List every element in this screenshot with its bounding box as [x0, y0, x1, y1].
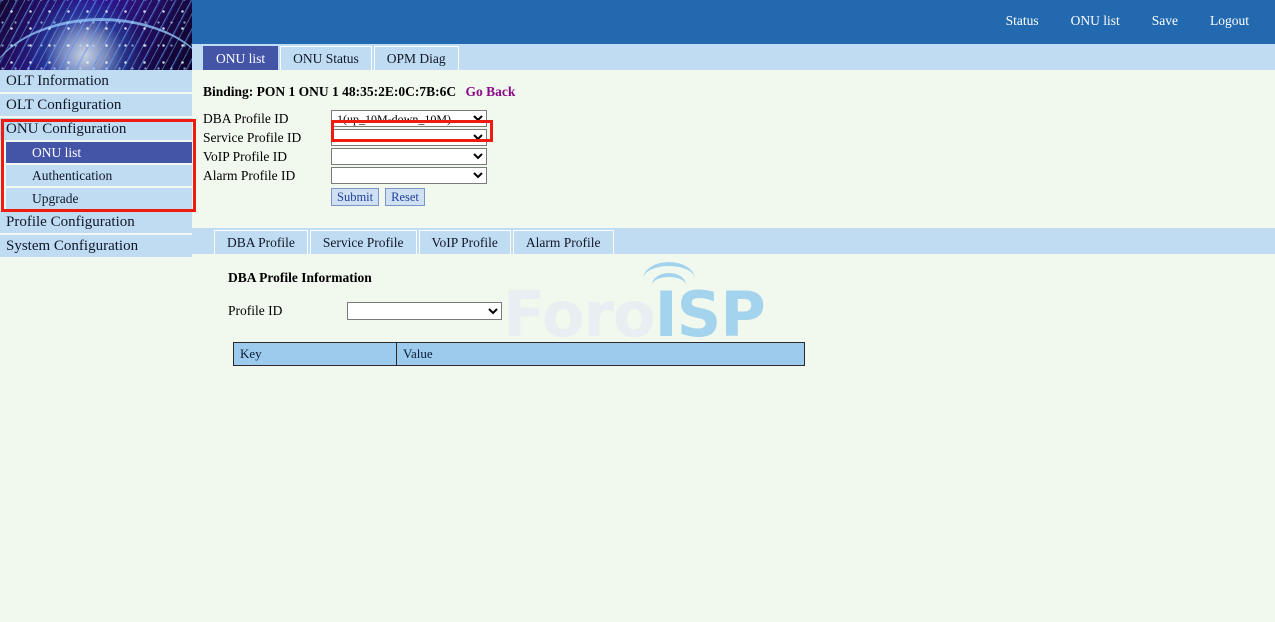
select-dba-profile-id[interactable]: 1(up_10M-down_10M)	[331, 110, 487, 127]
top-bar: Status ONU list Save Logout	[192, 0, 1275, 44]
sidebar-item-system-configuration[interactable]: System Configuration	[0, 235, 192, 257]
sidebar-item-onu-list[interactable]: ONU list	[6, 142, 192, 163]
sidebar-menu: OLT Information OLT Configuration ONU Co…	[0, 70, 192, 259]
label-alarm-profile-id: Alarm Profile ID	[203, 168, 331, 184]
sidebar-item-profile-configuration[interactable]: Profile Configuration	[0, 211, 192, 233]
select-voip-profile-id[interactable]	[331, 148, 487, 165]
tab-alarm-profile[interactable]: Alarm Profile	[513, 230, 614, 254]
select-profile-id[interactable]	[347, 302, 502, 320]
profile-tab-strip: DBA Profile Service Profile VoIP Profile…	[192, 228, 1275, 254]
topnav-logout[interactable]: Logout	[1194, 11, 1265, 31]
form-button-row: Submit Reset	[331, 188, 1275, 206]
select-service-profile-id[interactable]	[331, 129, 487, 146]
label-voip-profile-id: VoIP Profile ID	[203, 149, 331, 165]
label-service-profile-id: Service Profile ID	[203, 130, 331, 146]
page-root: Status ONU list Save Logout OLT Informat…	[0, 0, 1275, 622]
binding-info: Binding: PON 1 ONU 1 48:35:2E:0C:7B:6C G…	[192, 70, 1275, 100]
primary-tab-strip: ONU list ONU Status OPM Diag	[192, 44, 1275, 70]
column-header-key: Key	[234, 343, 397, 366]
reset-button[interactable]: Reset	[385, 188, 425, 206]
sidebar-item-olt-configuration[interactable]: OLT Configuration	[0, 94, 192, 116]
submit-button[interactable]: Submit	[331, 188, 379, 206]
main-content: ONU list ONU Status OPM Diag Binding: PO…	[192, 44, 1275, 622]
key-value-table: Key Value	[233, 342, 805, 366]
tab-onu-status[interactable]: ONU Status	[280, 46, 372, 70]
onu-binding-form: DBA Profile ID 1(up_10M-down_10M) Servic…	[203, 109, 1275, 206]
dba-profile-panel: DBA Profile Information Profile ID Key V…	[192, 254, 1275, 366]
column-header-value: Value	[397, 343, 805, 366]
topnav-onu-list[interactable]: ONU list	[1055, 11, 1136, 31]
form-row-dba-profile: DBA Profile ID 1(up_10M-down_10M)	[203, 109, 1275, 128]
header-banner-image	[0, 0, 192, 70]
panel-title: DBA Profile Information	[228, 270, 1275, 286]
sidebar-item-olt-information[interactable]: OLT Information	[0, 70, 192, 92]
tab-onu-list[interactable]: ONU list	[203, 46, 278, 70]
label-profile-id: Profile ID	[228, 303, 347, 319]
tab-opm-diag[interactable]: OPM Diag	[374, 46, 459, 70]
select-alarm-profile-id[interactable]	[331, 167, 487, 184]
panel-row-profile-id: Profile ID	[228, 302, 1275, 320]
go-back-link[interactable]: Go Back	[466, 84, 516, 99]
form-row-alarm-profile: Alarm Profile ID	[203, 166, 1275, 185]
topnav-status[interactable]: Status	[990, 11, 1055, 31]
sidebar-item-upgrade[interactable]: Upgrade	[6, 188, 192, 209]
binding-value: PON 1 ONU 1 48:35:2E:0C:7B:6C	[257, 84, 456, 99]
tab-voip-profile[interactable]: VoIP Profile	[419, 230, 511, 254]
label-dba-profile-id: DBA Profile ID	[203, 111, 331, 127]
topnav-save[interactable]: Save	[1136, 11, 1194, 31]
binding-prefix: Binding:	[203, 84, 253, 99]
tab-service-profile[interactable]: Service Profile	[310, 230, 417, 254]
form-row-voip-profile: VoIP Profile ID	[203, 147, 1275, 166]
table-header-row: Key Value	[234, 343, 805, 366]
top-navigation: Status ONU list Save Logout	[990, 11, 1265, 31]
sidebar-item-authentication[interactable]: Authentication	[6, 165, 192, 186]
sidebar-item-onu-configuration[interactable]: ONU Configuration	[0, 118, 192, 140]
tab-dba-profile[interactable]: DBA Profile	[214, 230, 308, 254]
form-row-service-profile: Service Profile ID	[203, 128, 1275, 147]
